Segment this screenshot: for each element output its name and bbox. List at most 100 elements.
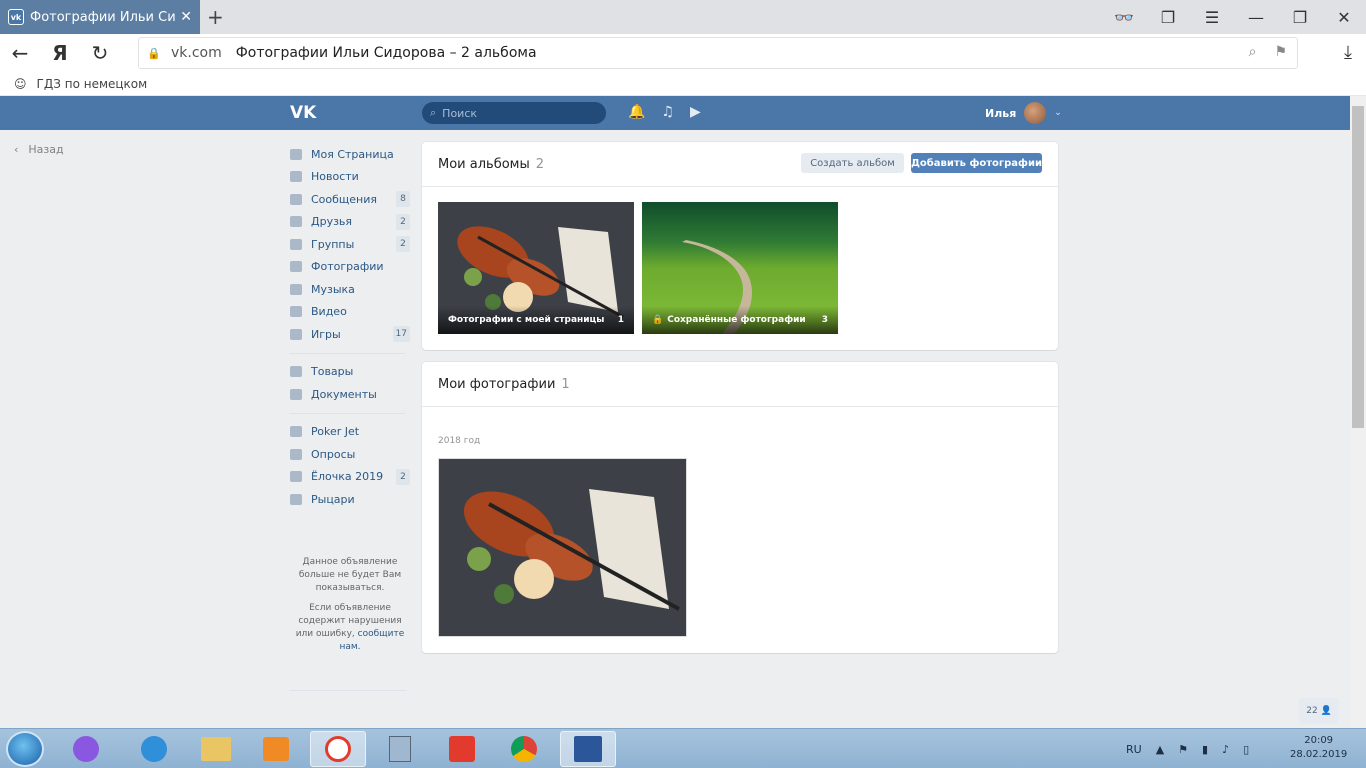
yandex-icon[interactable] <box>434 731 490 767</box>
taskbar: RU ▲ ⚑ ▮ ♪ ▯ 20:09 28.02.2019 <box>0 728 1366 768</box>
url-domain: vk.com <box>171 45 222 61</box>
album-tile[interactable]: Фотографии с моей страницы 1 <box>438 202 634 334</box>
back-icon[interactable]: ← <box>0 41 40 65</box>
menu-item-music[interactable]: Музыка <box>290 278 410 301</box>
minimize-icon[interactable]: — <box>1234 8 1278 27</box>
search-icon: ⌕ <box>430 106 437 119</box>
chat-icon <box>290 193 302 205</box>
start-button[interactable] <box>6 731 44 767</box>
browser-tab-bar: vk Фотографии Ильи Сидо ✕ + 👓 ❐ ☰ — ❐ ✕ <box>0 0 1366 34</box>
chevron-down-icon: ⌄ <box>1054 108 1062 118</box>
menu-item-polls[interactable]: Опросы <box>290 443 410 466</box>
gamepad-icon <box>290 328 302 340</box>
photo-thumbnail[interactable] <box>438 458 687 637</box>
album-caption: 🔒 Сохранённые фотографии 3 <box>642 306 838 334</box>
chevron-left-icon: ‹ <box>14 143 19 156</box>
album-name: Фотографии с моей страницы <box>448 315 605 325</box>
document-icon <box>290 388 302 400</box>
menu-item-photos[interactable]: Фотографии <box>290 256 410 279</box>
bookmark-icon[interactable]: ⚑ <box>1274 44 1287 60</box>
menu-item-friends[interactable]: Друзья 2 <box>290 211 410 234</box>
menu-item-news[interactable]: Новости <box>290 166 410 189</box>
reload-icon[interactable]: ↻ <box>80 41 120 65</box>
album-count: 1 <box>617 315 624 325</box>
video-icon <box>290 306 302 318</box>
browser-tab[interactable]: vk Фотографии Ильи Сидо ✕ <box>0 0 200 34</box>
volume-icon[interactable]: ♪ <box>1222 743 1229 756</box>
scrollbar[interactable] <box>1350 96 1366 728</box>
menu-item-my-page[interactable]: Моя Страница <box>290 143 410 166</box>
language-indicator[interactable]: RU <box>1126 743 1142 756</box>
play-icon[interactable]: ▶ <box>690 104 701 120</box>
photos-header: Мои фотографии 1 <box>422 362 1058 407</box>
menu-item-poker[interactable]: Poker Jet <box>290 421 410 444</box>
date: 28.02.2019 <box>1290 749 1348 760</box>
menu-item-tree[interactable]: Ёлочка 2019 2 <box>290 466 410 489</box>
ad-text-2: Если объявление содержит нарушения или о… <box>295 603 405 652</box>
close-window-icon[interactable]: ✕ <box>1322 8 1366 27</box>
new-tab-icon[interactable]: + <box>207 5 224 29</box>
photos-card: Мои фотографии 1 2018 год <box>422 362 1058 653</box>
window-controls: 👓 ❐ ☰ — ❐ ✕ <box>1102 0 1366 34</box>
calculator-icon[interactable] <box>372 731 428 767</box>
yandex-icon[interactable]: Я <box>40 41 80 65</box>
url-page-title: Фотографии Ильи Сидорова – 2 альбома <box>235 45 537 61</box>
user-icon <box>290 216 302 228</box>
album-tile[interactable]: 🔒 Сохранённые фотографии 3 <box>642 202 838 334</box>
vk-logo-icon[interactable]: VK <box>290 103 318 123</box>
online-badge[interactable]: 22 👤 <box>1299 698 1339 724</box>
tab-close-icon[interactable]: ✕ <box>180 9 192 25</box>
chrome-icon[interactable] <box>496 731 552 767</box>
folder-icon[interactable] <box>188 731 244 767</box>
menu-item-messages[interactable]: Сообщения 8 <box>290 188 410 211</box>
menu-item-documents[interactable]: Документы <box>290 383 410 406</box>
scrollbar-thumb[interactable] <box>1352 106 1364 428</box>
yandex-browser-icon[interactable] <box>310 731 366 767</box>
menu-item-knights[interactable]: Рыцари <box>290 488 410 511</box>
ie-icon[interactable] <box>126 731 182 767</box>
menu-item-video[interactable]: Видео <box>290 301 410 324</box>
menu-item-goods[interactable]: Товары <box>290 361 410 384</box>
lock-icon: 🔒 <box>652 315 664 325</box>
tray-arrow-icon[interactable]: ▲ <box>1156 743 1164 756</box>
system-tray: RU ▲ ⚑ ▮ ♪ ▯ <box>1126 731 1249 767</box>
back-link[interactable]: ‹ Назад <box>14 143 64 156</box>
menu-item-games[interactable]: Игры 17 <box>290 323 410 346</box>
alice-icon[interactable] <box>58 731 114 767</box>
user-name: Илья <box>985 106 1017 120</box>
restore-icon[interactable]: ❐ <box>1278 8 1322 27</box>
albums-count: 2 <box>535 156 545 172</box>
clock[interactable]: 20:09 28.02.2019 <box>1290 734 1347 762</box>
users-icon <box>290 238 302 250</box>
albums-title: Мои альбомы <box>438 156 530 172</box>
bag-icon <box>290 366 302 378</box>
bell-icon[interactable]: 🔔 <box>628 104 645 120</box>
counter-badge: 8 <box>396 191 410 207</box>
incognito-icon[interactable]: 👓 <box>1102 8 1146 27</box>
photos-title: Мои фотографии <box>438 376 556 392</box>
network-icon[interactable]: ▮ <box>1202 743 1208 756</box>
create-album-button[interactable]: Создать альбом <box>801 153 904 173</box>
url-field[interactable]: 🔒 vk.com Фотографии Ильи Сидорова – 2 ал… <box>138 37 1298 69</box>
power-icon[interactable]: ▯ <box>1243 743 1249 756</box>
flag-icon[interactable]: ⚑ <box>1178 743 1188 756</box>
search-icon[interactable]: ⌕ <box>1249 44 1257 60</box>
vk-favicon-icon: vk <box>8 9 24 25</box>
menu-item-groups[interactable]: Группы 2 <box>290 233 410 256</box>
tab-title: Фотографии Ильи Сидо <box>30 9 176 25</box>
counter-badge: 2 <box>396 213 410 230</box>
counter-badge: 2 <box>396 468 410 485</box>
add-photos-button[interactable]: Добавить фотографии <box>911 153 1042 173</box>
search-input[interactable]: ⌕ Поиск <box>422 102 606 124</box>
download-icon[interactable]: ⤓ <box>1344 42 1352 63</box>
music-note-icon[interactable]: ♫ <box>661 104 674 120</box>
media-player-icon[interactable] <box>248 731 304 767</box>
bookmark-item[interactable]: ГДЗ по немецком <box>37 77 148 91</box>
tabs-icon[interactable]: ❐ <box>1146 8 1190 27</box>
menu-icon[interactable]: ☰ <box>1190 8 1234 27</box>
user-menu[interactable]: Илья ⌄ <box>985 102 1062 124</box>
news-icon <box>290 171 302 183</box>
side-menu: Моя Страница Новости Сообщения 8 Друзья 2 … <box>290 143 410 511</box>
word-icon[interactable] <box>560 731 616 767</box>
album-name: Сохранённые фотографии <box>667 315 806 325</box>
